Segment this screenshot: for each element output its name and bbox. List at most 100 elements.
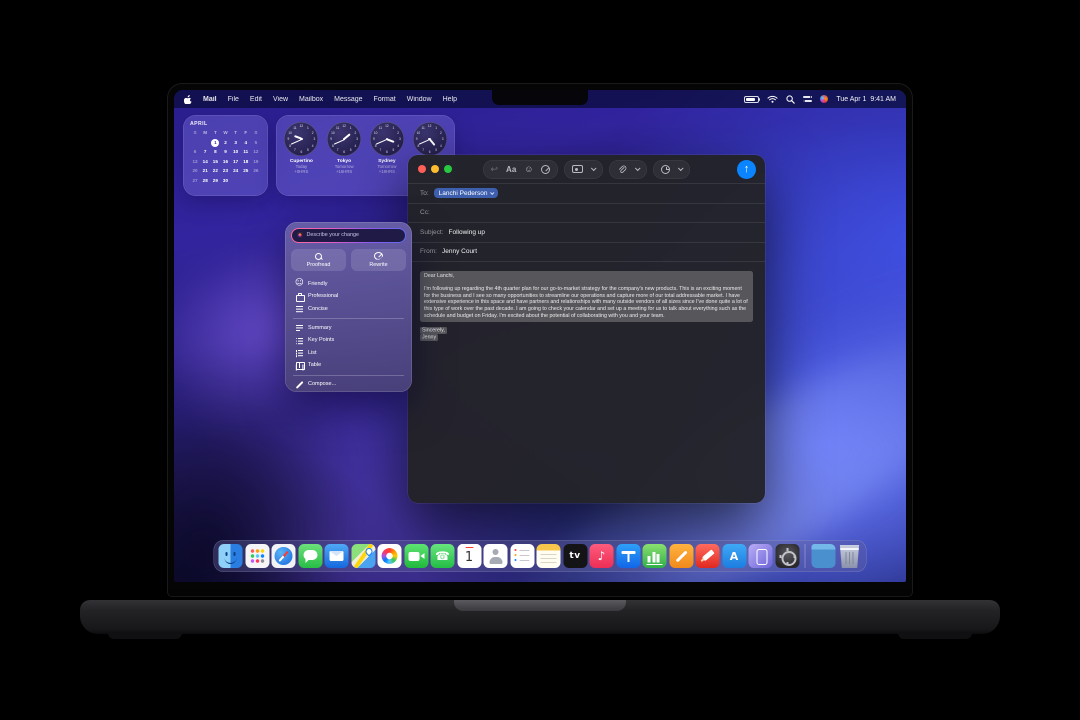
spotlight-search-icon[interactable] (786, 94, 795, 104)
calendar-date[interactable]: 3 (231, 139, 241, 147)
facetime-icon[interactable] (404, 544, 428, 568)
text-format-icon[interactable]: Aa (506, 165, 516, 174)
calendar-date[interactable]: 2 (220, 139, 230, 147)
calendar-date[interactable]: 16 (220, 158, 230, 166)
calendar-date[interactable]: 21 (200, 167, 210, 175)
contacts-icon[interactable] (483, 544, 508, 568)
calendar-date[interactable]: 1 (210, 139, 220, 147)
wifi-icon[interactable] (767, 95, 778, 103)
calendar-date[interactable]: 11 (241, 148, 251, 156)
battery-icon[interactable] (743, 95, 761, 103)
menu-item-window[interactable]: Window (407, 96, 432, 103)
menu-bar-clock[interactable]: Tue Apr 1 9:41 AM (836, 96, 896, 103)
calendar-date[interactable]: 26 (251, 167, 261, 175)
control-center-icon[interactable] (802, 95, 812, 103)
calendar-date[interactable]: 9 (220, 148, 230, 156)
calendar-date[interactable]: 25 (241, 167, 251, 175)
calendar-date[interactable]: 6 (190, 148, 200, 156)
undo-icon[interactable]: ↩ (491, 164, 499, 174)
writing-tools-option-list[interactable]: List (291, 347, 406, 360)
menu-item-help[interactable]: Help (443, 96, 457, 103)
calendar-date[interactable]: 18 (241, 158, 251, 166)
calendar-date[interactable]: 30 (220, 177, 230, 185)
chevron-down-icon[interactable] (591, 165, 598, 172)
maps-icon[interactable] (351, 544, 375, 568)
mail-icon[interactable] (324, 544, 349, 568)
calendar-date[interactable]: 8 (210, 148, 220, 156)
calendar-date[interactable]: 22 (210, 167, 220, 175)
chevron-down-icon[interactable] (635, 165, 642, 172)
calendar-date[interactable]: 24 (231, 167, 241, 175)
menu-app-name[interactable]: Mail (203, 96, 217, 103)
apple-menu-icon[interactable] (184, 94, 192, 104)
proofread-button[interactable]: Proofread (291, 248, 346, 271)
zoom-window-button[interactable] (444, 165, 452, 173)
messages-icon[interactable] (298, 544, 322, 568)
calendar-date[interactable]: 19 (251, 158, 261, 166)
numbers-icon[interactable] (642, 544, 667, 568)
calendar-date[interactable]: 4 (241, 139, 251, 147)
phone-icon[interactable]: ☎ (430, 544, 455, 568)
photo-browser-icon[interactable] (572, 165, 584, 173)
calendar-date[interactable]: 29 (210, 177, 220, 185)
describe-change-input[interactable]: Describe your change (292, 229, 405, 242)
photos-icon[interactable] (377, 544, 402, 568)
attach-file-icon[interactable] (617, 164, 627, 175)
calendar-widget[interactable]: APRIL S M T W T F S 1 2 3 4 5 6 7 8 9 10 11 12 13 14 15 16 17 18… (183, 115, 268, 196)
writing-tools-option-friendly[interactable]: Friendly (291, 278, 406, 291)
calendar-date[interactable]: 7 (200, 148, 210, 156)
rocket-icon[interactable] (695, 544, 720, 568)
rewrite-button[interactable]: Rewrite (351, 248, 406, 271)
emoji-picker-icon[interactable]: ☺ (524, 164, 533, 174)
writing-tools-option-table[interactable]: Table (291, 359, 406, 372)
tv-icon[interactable]: tv (563, 544, 587, 568)
from-field[interactable]: From: Jenny Court (408, 241, 765, 262)
writing-tools-option-concise[interactable]: Concise (291, 303, 406, 316)
writing-tools-icon[interactable] (541, 164, 551, 174)
writing-tools-option-summary[interactable]: Summary (291, 322, 406, 335)
calendar-date[interactable]: 23 (220, 167, 230, 175)
pages-icon[interactable] (669, 544, 693, 568)
window-titlebar[interactable]: ↩ Aa ☺ ↑ (408, 155, 765, 183)
chevron-down-icon[interactable] (678, 165, 685, 172)
cc-field[interactable]: Cc: (408, 202, 765, 223)
send-button[interactable]: ↑ (737, 159, 756, 179)
keynote-icon[interactable] (616, 544, 640, 568)
safari-icon[interactable] (271, 544, 296, 568)
iphone-mirroring-icon[interactable] (748, 544, 773, 568)
menu-item-message[interactable]: Message (334, 96, 362, 103)
to-field[interactable]: To: Lanchi Pederson (408, 183, 765, 203)
downloads-folder-icon[interactable] (811, 544, 835, 568)
calendar-date[interactable]: 27 (190, 177, 200, 185)
calendar-date[interactable]: 13 (190, 158, 200, 166)
message-body[interactable]: Dear Lanchi, I'm following up regarding … (408, 261, 765, 503)
settings-icon[interactable] (775, 544, 799, 568)
calendar-date[interactable]: 5 (251, 139, 261, 147)
subject-field[interactable]: Subject: Following up (408, 222, 765, 242)
finder-icon[interactable] (218, 544, 243, 568)
app-store-icon[interactable]: A (722, 544, 746, 568)
writing-tools-option-key-points[interactable]: Key Points (291, 334, 406, 347)
calendar-date[interactable]: 15 (210, 158, 220, 166)
close-window-button[interactable] (418, 165, 426, 173)
calendar-date[interactable]: 12 (251, 148, 261, 156)
writing-tools-option-professional[interactable]: Professional (291, 290, 406, 303)
music-icon[interactable]: ♪ (589, 544, 614, 568)
launchpad-icon[interactable] (245, 544, 269, 568)
trash-icon[interactable] (839, 544, 860, 568)
notes-icon[interactable] (536, 544, 561, 568)
writing-tools-option-compose-[interactable]: Compose... (291, 378, 406, 391)
reminders-icon[interactable] (510, 544, 534, 568)
menu-item-edit[interactable]: Edit (250, 96, 262, 103)
calendar-date[interactable]: 28 (200, 177, 210, 185)
send-later-icon[interactable] (661, 164, 671, 174)
calendar-date[interactable]: 17 (231, 158, 241, 166)
calendar-date[interactable]: 20 (190, 167, 200, 175)
siri-icon[interactable] (819, 94, 829, 104)
minimize-window-button[interactable] (431, 165, 439, 173)
calendar-icon[interactable]: 1 (457, 544, 481, 568)
calendar-date[interactable]: 14 (200, 158, 210, 166)
menu-item-format[interactable]: Format (374, 96, 396, 103)
menu-item-mailbox[interactable]: Mailbox (299, 96, 323, 103)
recipient-token[interactable]: Lanchi Pederson (433, 188, 498, 199)
